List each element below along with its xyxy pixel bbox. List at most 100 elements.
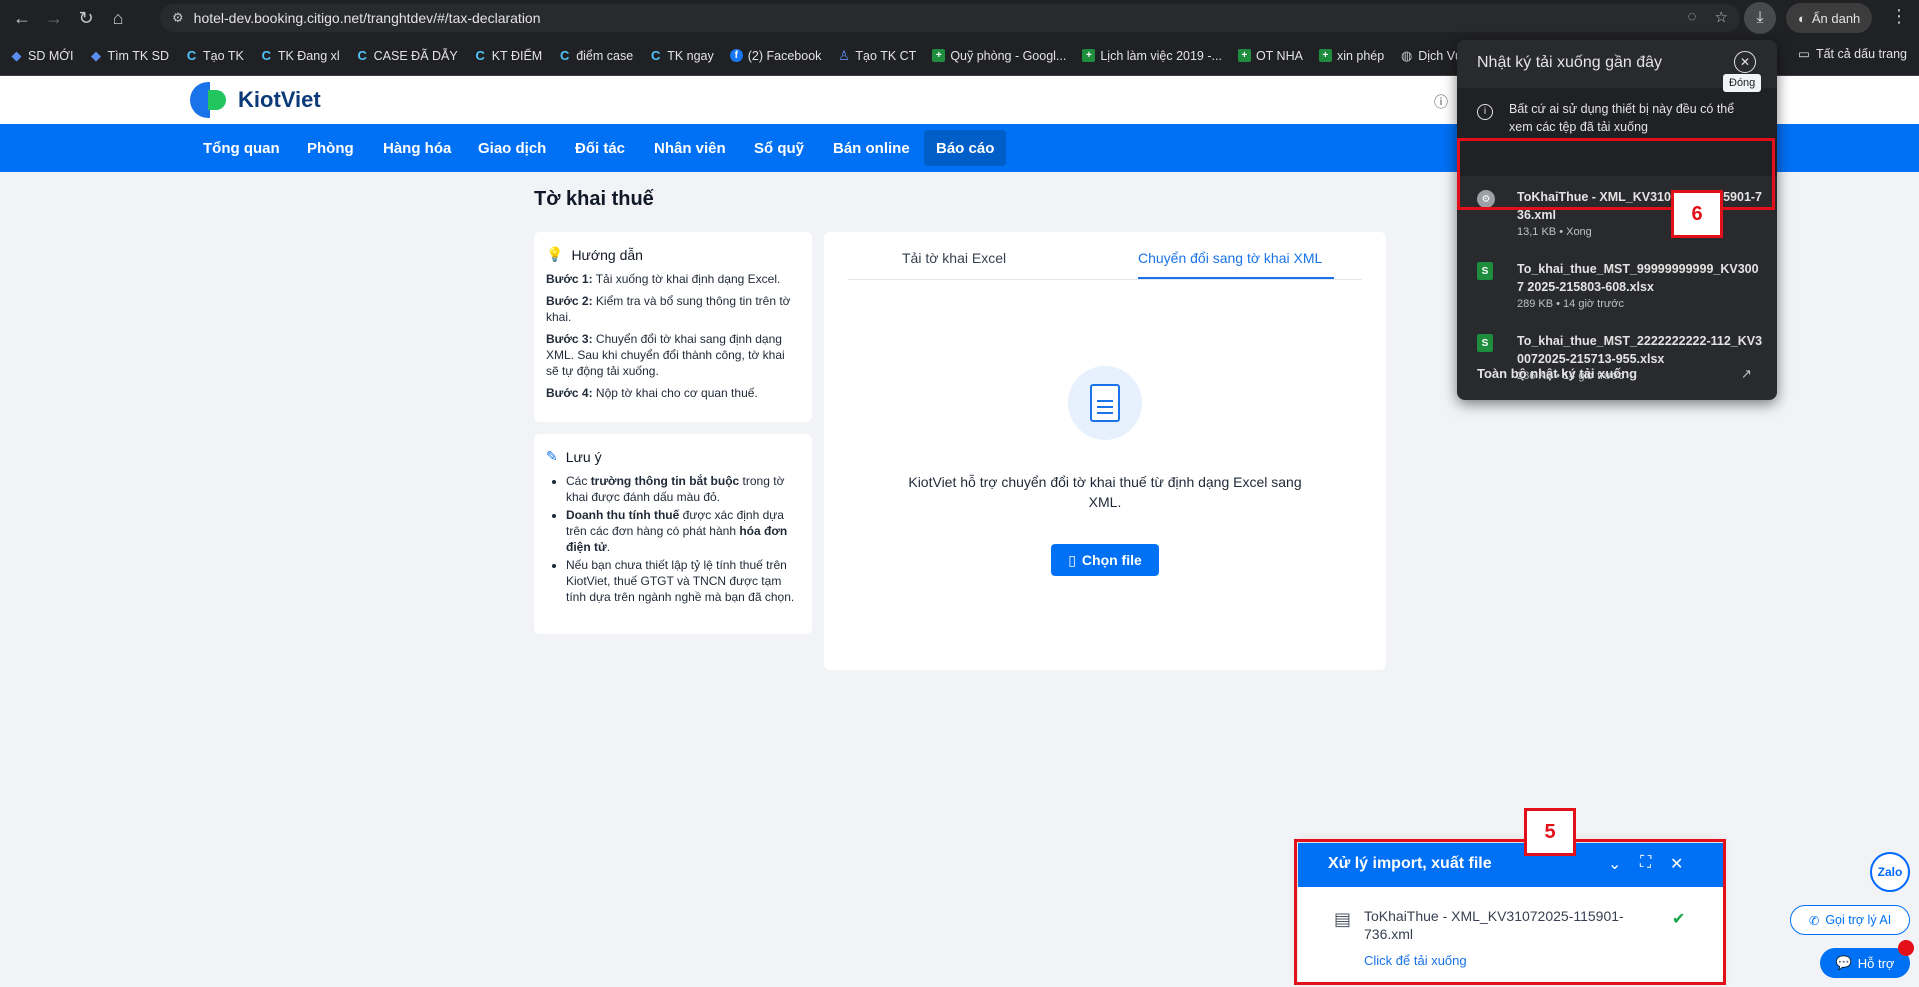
citigo-icon: C [186,48,197,63]
citigo-icon: C [475,48,485,63]
back-icon[interactable]: ← [6,2,38,34]
zalo-button[interactable]: Zalo [1870,852,1910,892]
citigo-icon: C [357,48,367,63]
guide-step: Bước 1: Tải xuống tờ khai định dạng Exce… [546,272,781,286]
jira-icon: ◆ [11,47,22,63]
star-icon[interactable]: ☆ [1715,8,1728,26]
info-icon: i [1477,104,1493,120]
bookmark-item[interactable]: C TK Đang xl [260,48,340,63]
bookmark-item[interactable]: f (2) Facebook [729,49,821,63]
tab-xml[interactable]: Chuyển đổi sang tờ khai XML [1138,250,1322,266]
kiotviet-logo[interactable]: KiotViet [190,82,321,118]
note-title: ✎ Lưu ý [546,448,602,465]
bookmark-item[interactable]: C Tạo TK [185,48,244,63]
all-bookmarks[interactable]: ▭ Tất cả dấu trang [1790,46,1907,61]
incognito-icon: ◐ [1798,10,1806,26]
note-item: Doanh thu tính thuế được xác định dựa tr… [566,507,800,555]
nav-item-tong-quan[interactable]: Tổng quan [191,130,292,166]
nav-item-bao-cao[interactable]: Báo cáo [924,130,1007,166]
nav-item-doi-tac[interactable]: Đối tác [563,130,637,166]
notification-dot [1898,940,1914,956]
tab-indicator [1138,277,1334,279]
convert-description: KiotViet hỗ trợ chuyển đổi tờ khai thuế … [908,474,1302,510]
sheets-icon: + [1237,49,1251,62]
choose-file-button[interactable]: ▯ Chọn file [1051,544,1159,576]
eye-off-icon[interactable]: ◌ [1688,8,1697,26]
bookmark-item[interactable]: + OT NHA [1237,49,1303,63]
nav-item-phong[interactable]: Phòng [295,130,366,166]
guide-step: Bước 2: Kiểm tra và bổ sung thông tin tr… [546,294,791,324]
logo-text: KiotViet [238,87,321,112]
home-icon[interactable]: ⌂ [102,2,134,34]
page-title: Tờ khai thuế [534,188,654,210]
citigo-icon: C [560,48,570,63]
nav-item-nhan-vien[interactable]: Nhân viên [642,130,738,166]
sheets-icon: + [932,49,946,62]
note-item: Nếu bạn chưa thiết lập tỷ lệ tính thuế t… [566,557,800,605]
nav-item-giao-dich[interactable]: Giao dịch [466,130,558,166]
highlight-box-download [1457,138,1775,210]
sheets-file-icon: S [1477,334,1493,352]
help-button[interactable]: 💬 Hỗ trợ [1820,948,1910,978]
citigo-icon: C [261,48,271,63]
download-item[interactable]: S To_khai_thue_MST_99999999999_KV3007 20… [1457,248,1777,320]
downloads-popup: Nhật ký tải xuống gần đây ✕ i Bất cứ ai … [1457,40,1777,400]
incognito-label: Ẩn danh [1811,10,1861,26]
incognito-button[interactable]: ◐ Ẩn danh [1786,3,1873,33]
convert-card: Tải tờ khai Excel Chuyển đổi sang tờ kha… [824,232,1386,670]
guide-step: Bước 3: Chuyển đổi tờ khai sang định dạn… [546,332,785,378]
open-external-icon[interactable]: ↗ [1741,366,1752,382]
folder-icon: ▭ [1798,47,1810,61]
nav-item-hang-hoa[interactable]: Hàng hóa [371,130,463,166]
forward-icon[interactable]: → [38,2,70,34]
bookmark-item[interactable]: Cđiểm case [558,48,633,63]
close-tooltip: Đóng [1723,74,1762,92]
nav-item-ban-online[interactable]: Bán online [821,130,922,166]
ai-assistant-button[interactable]: ✆ Gọi trợ lý AI [1790,905,1910,935]
lightbulb-icon: 💡 [546,246,564,262]
bookmark-item[interactable]: C KT ĐIỂM [474,48,543,63]
site-info-icon[interactable]: ⚙ [172,10,184,26]
bookmark-item[interactable]: ♙ Tạo TK CT [837,48,916,63]
tab-excel[interactable]: Tải tờ khai Excel [902,250,1006,266]
bookmark-item[interactable]: + Lịch làm việc 2019 -... [1082,49,1222,63]
download-icon[interactable]: ⤓ [1744,2,1776,34]
reload-icon[interactable]: ↻ [70,2,102,34]
feedback-icon[interactable]: ⓘ [1434,92,1448,112]
file-icon: ▯ [1068,551,1076,568]
url-text: hotel-dev.booking.citigo.net/tranghtdev/… [193,10,541,26]
facebook-icon: f [729,49,743,62]
sheets-icon: + [1318,49,1332,62]
bookmark-item[interactable]: ◆ Tìm TK SD [89,47,169,63]
all-downloads-link[interactable]: Toàn bộ nhật ký tải xuống [1477,366,1637,381]
more-icon[interactable]: ⋮ [1890,6,1908,27]
guide-title: 💡 Hướng dẫn [546,246,643,263]
kiotviet-logo-icon [190,82,230,118]
citigo-icon: C [650,48,661,63]
bookmark-item[interactable]: + Quỹ phòng - Googl... [932,49,1066,63]
chat-icon: 💬 [1835,955,1852,970]
globe-icon: ◍ [1401,47,1413,63]
note-list: Các trường thông tin bắt buộc trong tờ k… [546,473,800,605]
note-card: ✎ Lưu ý Các trường thông tin bắt buộc tr… [534,434,812,634]
tab-bar: Tải tờ khai Excel Chuyển đổi sang tờ kha… [848,232,1362,280]
sheets-icon: + [1082,49,1096,62]
bookmark-item[interactable]: ◍ Dịch Vụ [1400,47,1462,63]
sheets-file-icon: S [1477,262,1493,280]
bookmark-item[interactable]: + xin phép [1318,49,1384,63]
nav-item-so-quy[interactable]: Sổ quỹ [742,130,816,166]
phone-icon: ✆ [1808,913,1820,928]
close-icon[interactable]: ✕ [1734,51,1756,73]
note-item: Các trường thông tin bắt buộc trong tờ k… [566,473,800,505]
bookmark-item[interactable]: ◆ SD MỚI [10,47,74,63]
download-item[interactable]: S To_khai_thue_MST_2222222222-112_KV3 00… [1457,320,1777,392]
guide-step: Bước 4: Nộp tờ khai cho cơ quan thuế. [546,386,758,400]
highlight-box-import [1294,839,1726,985]
address-bar[interactable]: ⚙ hotel-dev.booking.citigo.net/tranghtde… [160,4,1740,32]
bookmark-item[interactable]: C CASE ĐÃ DẪY [356,48,457,63]
document-illustration [1068,366,1142,440]
bookmark-item[interactable]: C TK ngay [649,48,714,63]
step-badge-5: 5 [1524,808,1576,856]
jira-icon: ◆ [90,47,101,63]
step-badge-6: 6 [1671,190,1723,238]
